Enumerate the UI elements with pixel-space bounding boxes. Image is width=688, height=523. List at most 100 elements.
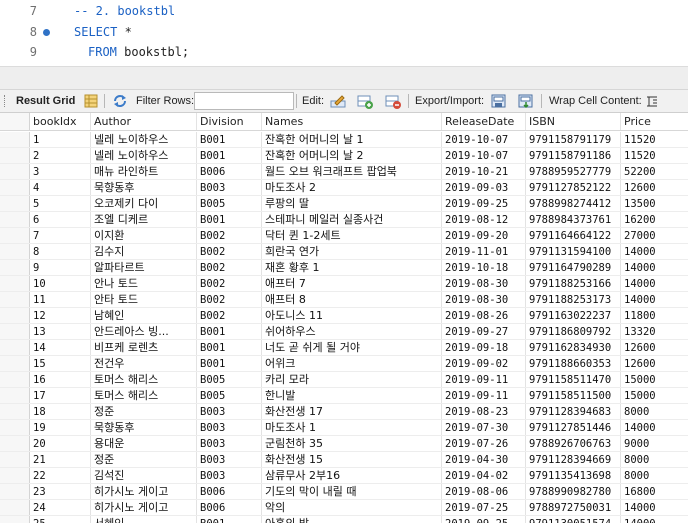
cell-releasedate[interactable]: 2019-09-25 (442, 196, 526, 211)
cell-names[interactable]: 너도 곧 쉬게 될 거야 (262, 340, 442, 355)
edit-row-icon[interactable] (330, 93, 346, 109)
table-row[interactable]: 3 매뉴 라인하트 B006 월드 오브 워크래프트 팝업북 2019-10-21 978… (0, 164, 688, 180)
table-row[interactable]: 21 정준 B003 화산전생 15 2019-04-30 9791128394669 80… (0, 452, 688, 468)
cell-bookidx[interactable]: 25 (30, 516, 91, 523)
cell-releasedate[interactable]: 2019-04-30 (442, 452, 526, 467)
cell-isbn[interactable]: 9791164664122 (526, 228, 621, 243)
cell-releasedate[interactable]: 2019-07-30 (442, 420, 526, 435)
cell-names[interactable]: 화산전생 17 (262, 404, 442, 419)
cell-price[interactable]: 52200 (621, 164, 688, 179)
cell-releasedate[interactable]: 2019-08-30 (442, 276, 526, 291)
cell-releasedate[interactable]: 2019-10-21 (442, 164, 526, 179)
cell-names[interactable]: 잔혹한 어머니의 날 1 (262, 132, 442, 147)
row-header[interactable] (0, 276, 30, 291)
cell-author[interactable]: 김석진 (91, 468, 197, 483)
row-header[interactable] (0, 308, 30, 323)
cell-price[interactable]: 14000 (621, 500, 688, 515)
cell-isbn[interactable]: 9788959527779 (526, 164, 621, 179)
row-header[interactable] (0, 516, 30, 523)
table-row[interactable]: 11 안타 토드 B002 애프터 8 2019-08-30 9791188253173 1… (0, 292, 688, 308)
row-header-corner[interactable] (0, 113, 30, 130)
cell-bookidx[interactable]: 7 (30, 228, 91, 243)
table-row[interactable]: 8 김수지 B002 희란국 연가 2019-11-01 9791131594100 140… (0, 244, 688, 260)
cell-division[interactable]: B002 (197, 276, 262, 291)
cell-releasedate[interactable]: 2019-08-06 (442, 484, 526, 499)
cell-releasedate[interactable]: 2019-04-02 (442, 468, 526, 483)
cell-bookidx[interactable]: 9 (30, 260, 91, 275)
cell-author[interactable]: 알파타르트 (91, 260, 197, 275)
row-header[interactable] (0, 196, 30, 211)
cell-division[interactable]: B003 (197, 180, 262, 195)
cell-division[interactable]: B005 (197, 388, 262, 403)
cell-author[interactable]: 비프케 로렌츠 (91, 340, 197, 355)
cell-author[interactable]: 정준 (91, 452, 197, 467)
cell-names[interactable]: 마도조사 2 (262, 180, 442, 195)
grid-view-icon[interactable] (83, 93, 99, 109)
row-header[interactable] (0, 404, 30, 419)
table-row[interactable]: 1 넬레 노이하우스 B001 잔혹한 어머니의 날 1 2019-10-07 97911… (0, 132, 688, 148)
wrap-cell-icon[interactable] (644, 93, 660, 109)
cell-bookidx[interactable]: 6 (30, 212, 91, 227)
cell-names[interactable]: 화산전생 15 (262, 452, 442, 467)
cell-names[interactable]: 재혼 황후 1 (262, 260, 442, 275)
column-header-bookidx[interactable]: bookIdx (30, 113, 91, 130)
cell-releasedate[interactable]: 2019-11-01 (442, 244, 526, 259)
row-header[interactable] (0, 468, 30, 483)
table-row[interactable]: 16 토머스 해리스 B005 카리 모라 2019-09-11 979115851147… (0, 372, 688, 388)
cell-author[interactable]: 안나 토드 (91, 276, 197, 291)
cell-division[interactable]: B005 (197, 372, 262, 387)
result-grid-tab[interactable]: Result Grid (16, 90, 75, 112)
cell-isbn[interactable]: 9791158791179 (526, 132, 621, 147)
cell-isbn[interactable]: 9788972750031 (526, 500, 621, 515)
panel-divider[interactable] (0, 66, 688, 89)
cell-releasedate[interactable]: 2019-10-07 (442, 148, 526, 163)
cell-releasedate[interactable]: 2019-10-18 (442, 260, 526, 275)
cell-author[interactable]: 매뉴 라인하트 (91, 164, 197, 179)
cell-division[interactable]: B002 (197, 308, 262, 323)
cell-releasedate[interactable]: 2019-09-20 (442, 228, 526, 243)
cell-names[interactable]: 스테파니 메일러 실종사건 (262, 212, 442, 227)
cell-division[interactable]: B001 (197, 148, 262, 163)
cell-isbn[interactable]: 9791128394683 (526, 404, 621, 419)
row-header[interactable] (0, 244, 30, 259)
cell-isbn[interactable]: 9791128394669 (526, 452, 621, 467)
filter-rows-input[interactable] (194, 92, 294, 110)
cell-names[interactable]: 삼류무사 2부16 (262, 468, 442, 483)
cell-releasedate[interactable]: 2019-10-07 (442, 132, 526, 147)
cell-division[interactable]: B001 (197, 340, 262, 355)
cell-isbn[interactable]: 9788926706763 (526, 436, 621, 451)
cell-division[interactable]: B002 (197, 260, 262, 275)
cell-price[interactable]: 8000 (621, 404, 688, 419)
cell-division[interactable]: B003 (197, 468, 262, 483)
cell-author[interactable]: 서혜인 (91, 516, 197, 523)
cell-releasedate[interactable]: 2019-09-11 (442, 372, 526, 387)
cell-isbn[interactable]: 9791127852122 (526, 180, 621, 195)
cell-author[interactable]: 남혜인 (91, 308, 197, 323)
table-row[interactable]: 7 이지환 B002 닥터 퀸 1-2세트 2019-09-20 979116466412… (0, 228, 688, 244)
cell-division[interactable]: B001 (197, 132, 262, 147)
cell-author[interactable]: 전건우 (91, 356, 197, 371)
cell-bookidx[interactable]: 22 (30, 468, 91, 483)
cell-price[interactable]: 27000 (621, 228, 688, 243)
cell-division[interactable]: B002 (197, 244, 262, 259)
cell-releasedate[interactable]: 2019-07-25 (442, 500, 526, 515)
table-row[interactable]: 5 오코제키 다이 B005 루팡의 딸 2019-09-25 9788998274412… (0, 196, 688, 212)
row-header[interactable] (0, 356, 30, 371)
cell-division[interactable]: B003 (197, 420, 262, 435)
table-row[interactable]: 9 알파타르트 B002 재혼 황후 1 2019-10-18 9791164790289… (0, 260, 688, 276)
cell-price[interactable]: 14000 (621, 516, 688, 523)
cell-bookidx[interactable]: 13 (30, 324, 91, 339)
cell-division[interactable]: B006 (197, 164, 262, 179)
cell-division[interactable]: B001 (197, 324, 262, 339)
cell-names[interactable]: 애프터 7 (262, 276, 442, 291)
cell-isbn[interactable]: 9791131594100 (526, 244, 621, 259)
cell-bookidx[interactable]: 15 (30, 356, 91, 371)
cell-bookidx[interactable]: 20 (30, 436, 91, 451)
column-header-names[interactable]: Names (262, 113, 442, 130)
cell-bookidx[interactable]: 16 (30, 372, 91, 387)
cell-price[interactable]: 12600 (621, 340, 688, 355)
table-row[interactable]: 2 넬레 노이하우스 B001 잔혹한 어머니의 날 2 2019-10-07 97911… (0, 148, 688, 164)
cell-releasedate[interactable]: 2019-08-23 (442, 404, 526, 419)
table-row[interactable]: 17 토머스 해리스 B005 한니발 2019-09-11 9791158511500 1… (0, 388, 688, 404)
cell-releasedate[interactable]: 2019-08-26 (442, 308, 526, 323)
